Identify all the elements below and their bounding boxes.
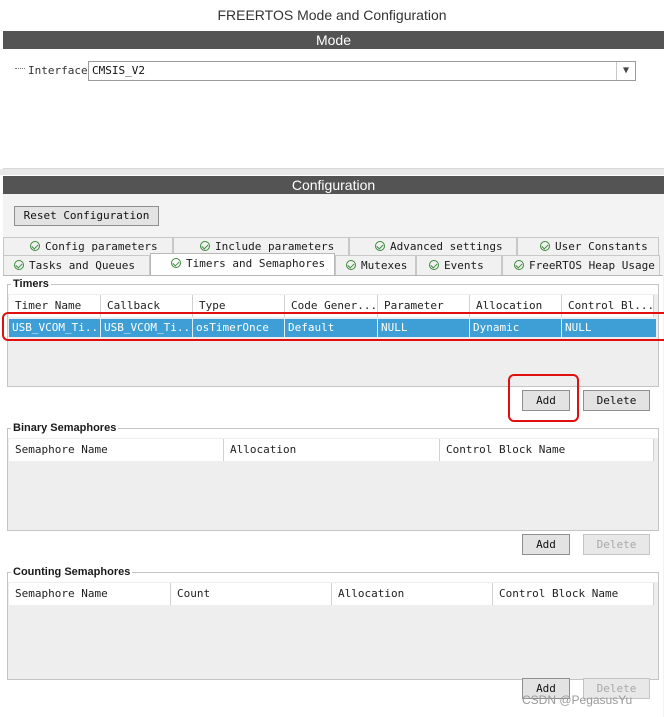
add-highlight xyxy=(508,374,579,422)
interface-value: CMSIS_V2 xyxy=(92,64,145,77)
tab-label: Include parameters xyxy=(215,240,335,253)
check-circle-icon xyxy=(375,241,385,251)
binary-semaphores-title: Binary Semaphores xyxy=(11,422,119,434)
counting-semaphores-title: Counting Semaphores xyxy=(11,566,133,578)
timers-title: Timers xyxy=(11,278,51,290)
tab-label: Timers and Semaphores xyxy=(186,257,326,270)
tab-label: Config parameters xyxy=(45,240,158,253)
check-circle-icon xyxy=(200,241,210,251)
counting-col-control-block-name[interactable]: Control Block Name xyxy=(493,583,654,605)
mode-header: Mode xyxy=(3,31,664,49)
check-circle-icon xyxy=(514,260,524,270)
counting-col-semaphore-name[interactable]: Semaphore Name xyxy=(9,583,171,605)
binary-delete-button: Delete xyxy=(583,534,650,555)
binary-add-button[interactable]: Add xyxy=(522,534,570,555)
tab-label: FreeRTOS Heap Usage xyxy=(529,259,655,272)
configuration-header: Configuration xyxy=(3,176,664,194)
tab-label: Mutexes xyxy=(361,259,408,272)
tab-advanced-settings[interactable]: Advanced settings xyxy=(349,237,517,255)
tab-config-parameters[interactable]: Config parameters xyxy=(3,237,173,255)
tab-label: User Constants xyxy=(555,240,648,253)
watermark: CSDN @PegasusYu xyxy=(522,693,633,707)
counting-col-count[interactable]: Count xyxy=(171,583,332,605)
check-circle-icon xyxy=(14,260,24,270)
check-circle-icon xyxy=(30,241,40,251)
tree-dots xyxy=(15,68,25,69)
interface-select[interactable]: CMSIS_V2 ▼ xyxy=(88,61,636,81)
tab-events[interactable]: Events xyxy=(416,255,502,276)
timers-delete-button[interactable]: Delete xyxy=(583,390,650,411)
check-circle-icon xyxy=(346,260,356,270)
check-circle-icon xyxy=(171,258,181,268)
check-circle-icon xyxy=(429,260,439,270)
binary-col-allocation[interactable]: Allocation xyxy=(224,439,440,461)
counting-col-allocation[interactable]: Allocation xyxy=(332,583,493,605)
tab-label: Tasks and Queues xyxy=(29,259,135,272)
chevron-down-icon[interactable]: ▼ xyxy=(616,62,635,80)
check-circle-icon xyxy=(540,241,550,251)
tab-label: Advanced settings xyxy=(390,240,503,253)
tab-timers-and-semaphores[interactable]: Timers and Semaphores xyxy=(150,253,335,275)
tab-mutexes[interactable]: Mutexes xyxy=(335,255,416,276)
row-highlight xyxy=(2,312,664,341)
tab-tasks-and-queues[interactable]: Tasks and Queues xyxy=(3,255,150,276)
reset-configuration-button[interactable]: Reset Configuration xyxy=(14,206,159,226)
tab-freertos-heap-usage[interactable]: FreeRTOS Heap Usage xyxy=(502,255,660,276)
tab-label: Events xyxy=(444,259,484,272)
section-gap xyxy=(0,169,664,175)
binary-col-semaphore-name[interactable]: Semaphore Name xyxy=(9,439,224,461)
interface-label: Interface xyxy=(28,64,88,77)
tab-user-constants[interactable]: User Constants xyxy=(517,237,659,255)
binary-col-control-block-name[interactable]: Control Block Name xyxy=(440,439,654,461)
window-title: FREERTOS Mode and Configuration xyxy=(217,7,447,23)
